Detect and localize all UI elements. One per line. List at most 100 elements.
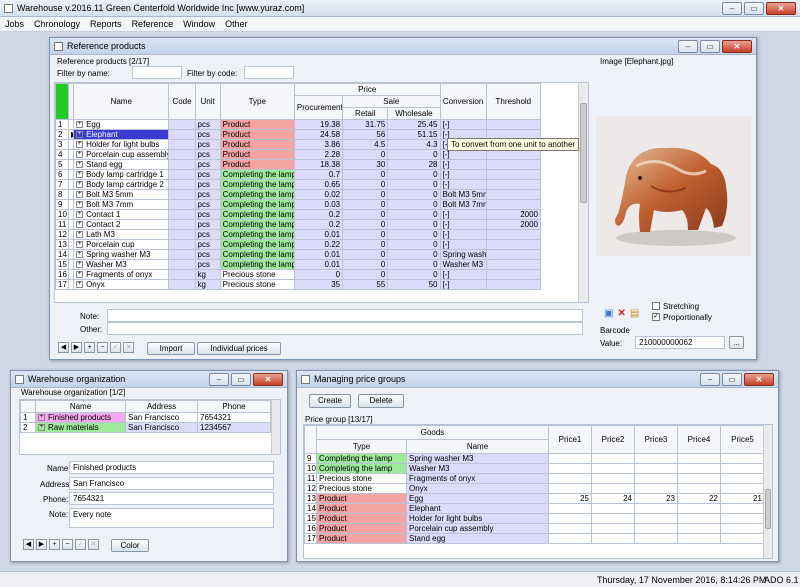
expand-icon[interactable]: + <box>76 181 84 189</box>
col-wholesale[interactable]: Wholesale <box>387 107 441 120</box>
note-field[interactable] <box>107 309 583 322</box>
stretching-checkbox[interactable] <box>652 302 660 310</box>
image-save-icon[interactable]: ▤ <box>630 308 639 319</box>
confirm-icon[interactable]: ✓ <box>75 539 86 550</box>
col-threshold[interactable]: Threshold <box>485 83 542 120</box>
add-icon[interactable]: + <box>84 342 95 353</box>
table-row[interactable]: 13 + Porcelain cup pcs Completing the lamp 0.… <box>55 239 542 250</box>
expand-icon[interactable]: + <box>76 261 84 269</box>
add-icon[interactable]: + <box>49 539 60 550</box>
price-groups-grid[interactable]: Goods Price1 Price2 Price3 Price4 Price5 Type… <box>303 424 773 559</box>
col-type[interactable]: Type <box>316 439 407 454</box>
table-row[interactable]: 4 + Porcelain cup assembly pcs Product 2.28 0 0… <box>55 149 542 160</box>
next-icon[interactable]: ▶ <box>36 539 47 550</box>
other-field[interactable] <box>107 322 583 335</box>
image-load-icon[interactable]: ▣ <box>604 308 613 319</box>
col-name[interactable]: Name <box>35 400 126 413</box>
grid-scrollbar[interactable] <box>763 425 772 558</box>
prev-icon[interactable]: ◀ <box>23 539 34 550</box>
col-price5[interactable]: Price5 <box>720 425 766 454</box>
delete-button[interactable]: Delete <box>358 394 404 408</box>
expand-icon[interactable]: + <box>76 201 84 209</box>
table-row[interactable]: 2 + Raw materials San Francisco 1234567 <box>20 422 271 433</box>
table-row[interactable]: 14 + Spring washer M3 pcs Completing the lam… <box>55 249 542 260</box>
table-row[interactable]: 16 + Fragments of onyx kg Precious stone 0 0 0[… <box>55 269 542 280</box>
import-button[interactable]: Import <box>147 342 195 355</box>
filter-name-input[interactable] <box>132 66 182 79</box>
expand-icon[interactable]: + <box>76 171 84 179</box>
menu-reference[interactable]: Reference <box>127 19 179 29</box>
close-button[interactable]: ✕ <box>766 2 796 15</box>
table-row[interactable]: 8 + Bolt M3 5mm pcs Completing the lamp 0.02 0… <box>55 189 542 200</box>
col-type[interactable]: Type <box>219 83 295 120</box>
table-row[interactable]: 11 Precious stone Fragments of onyx <box>304 473 766 484</box>
prev-icon[interactable]: ◀ <box>58 342 69 353</box>
table-row[interactable]: 12 Precious stone Onyx <box>304 483 766 494</box>
name-field[interactable]: Finished products <box>69 461 274 474</box>
expand-icon[interactable]: + <box>76 141 84 149</box>
cancel-icon[interactable]: ✕ <box>88 539 99 550</box>
table-row[interactable]: 1 + Egg pcs Product 19.38 31.75 25.45 [-] <box>55 119 542 130</box>
phone-field[interactable]: 7654321 <box>69 492 274 505</box>
table-row[interactable]: 15 + Washer M3 pcs Completing the lamp 0.01 0 0… <box>55 259 542 270</box>
color-button[interactable]: Color <box>111 539 149 552</box>
expand-icon[interactable]: + <box>76 121 84 129</box>
close-button[interactable]: ✕ <box>722 40 752 53</box>
menu-other[interactable]: Other <box>220 19 253 29</box>
grid-scrollbar[interactable] <box>578 83 588 302</box>
menu-chronology[interactable]: Chronology <box>29 19 85 29</box>
minimize-button[interactable]: – <box>700 373 720 386</box>
organization-grid[interactable]: Name Address Phone 1 + Finished products San … <box>19 399 281 455</box>
create-button[interactable]: Create <box>309 394 351 408</box>
table-row[interactable]: 1 + Finished products San Francisco 7654321 <box>20 412 271 423</box>
table-row[interactable]: 16 Product Porcelain cup assembly <box>304 523 766 534</box>
table-row[interactable]: 12 + Lath M3 pcs Completing the lamp 0.01 0 0 [-… <box>55 229 542 240</box>
col-name[interactable]: Name <box>405 439 550 454</box>
restore-button[interactable]: ▭ <box>231 373 251 386</box>
expand-icon[interactable]: + <box>76 271 84 279</box>
col-retail[interactable]: Retail <box>342 107 389 120</box>
delete-icon[interactable]: − <box>97 342 108 353</box>
restore-button[interactable]: ▭ <box>700 40 720 53</box>
table-row[interactable]: 10 + Contact 1 pcs Completing the lamp 0.2 0 0[… <box>55 209 542 220</box>
close-button[interactable]: ✕ <box>744 373 774 386</box>
col-price2[interactable]: Price2 <box>591 425 636 454</box>
expand-icon[interactable]: + <box>76 221 84 229</box>
minimize-button[interactable]: – <box>678 40 698 53</box>
address-field[interactable]: San Francisco <box>69 477 274 490</box>
expand-icon[interactable]: + <box>76 281 84 289</box>
expand-icon[interactable]: + <box>76 211 84 219</box>
table-row[interactable]: 6 + Body lamp cartridge 1 pcs Completing the… <box>55 169 542 180</box>
minimize-button[interactable]: – <box>209 373 229 386</box>
delete-icon[interactable]: − <box>62 539 73 550</box>
close-button[interactable]: ✕ <box>253 373 283 386</box>
cancel-icon[interactable]: ✕ <box>123 342 134 353</box>
image-delete-icon[interactable]: ✕ <box>617 308 625 319</box>
barcode-browse-button[interactable]: ... <box>729 336 744 349</box>
col-price4[interactable]: Price4 <box>677 425 722 454</box>
restore-button[interactable]: ▭ <box>722 373 742 386</box>
table-row[interactable]: 10 Completing the lamp Washer M3 <box>304 463 766 474</box>
expand-icon[interactable]: + <box>76 241 84 249</box>
table-row[interactable]: 11 + Contact 2 pcs Completing the lamp 0.2 0 0[… <box>55 219 542 230</box>
grid-scrollbar[interactable] <box>271 400 280 454</box>
table-row[interactable]: 17 + Onyx kg Precious stone 35 55 50 [-] <box>55 279 542 290</box>
col-unit[interactable]: Unit <box>194 83 221 120</box>
expand-icon[interactable]: + <box>76 151 84 159</box>
table-row[interactable]: 7 + Body lamp cartridge 2 pcs Completing the… <box>55 179 542 190</box>
col-name[interactable]: Name <box>73 83 170 120</box>
table-row[interactable]: 13 Product Egg 25 24 23 22 21 <box>304 493 766 504</box>
col-procurement[interactable]: Procurement <box>293 95 344 120</box>
table-row[interactable]: 17 Product Stand egg <box>304 533 766 544</box>
expand-icon[interactable]: + <box>76 251 84 259</box>
table-row[interactable]: 9 Completing the lamp Spring washer M3 <box>304 453 766 464</box>
menu-jobs[interactable]: Jobs <box>0 19 29 29</box>
expand-icon[interactable]: + <box>76 131 84 139</box>
individual-prices-button[interactable]: Individual prices <box>197 342 281 355</box>
table-row[interactable]: 15 Product Holder for light bulbs <box>304 513 766 524</box>
select-all-indicator[interactable] <box>55 83 70 120</box>
table-row[interactable]: 5 + Stand egg pcs Product 18.38 30 28 [-] <box>55 159 542 170</box>
barcode-input[interactable]: 210000000062 <box>635 336 725 349</box>
menu-window[interactable]: Window <box>178 19 220 29</box>
proportionally-checkbox[interactable]: ✓ <box>652 313 660 321</box>
